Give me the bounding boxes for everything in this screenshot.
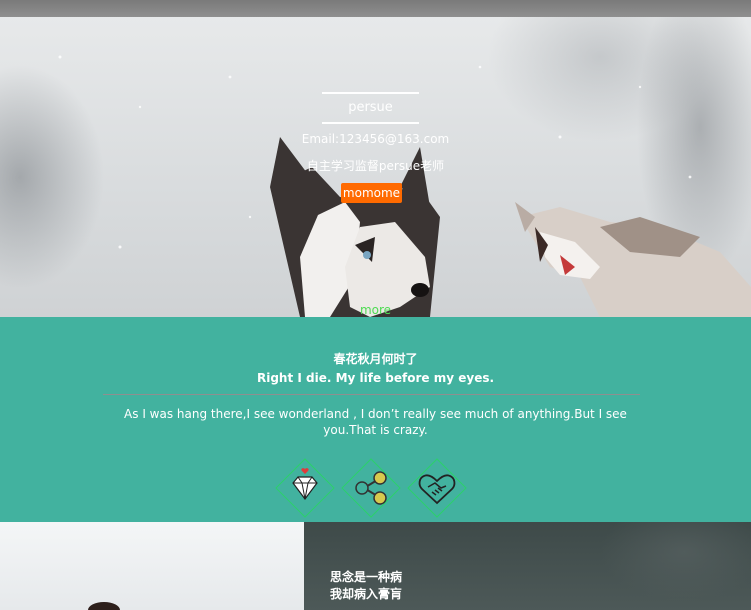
- feature-body: As I was hang there,I see wonderland , I…: [124, 407, 627, 437]
- share-icon: [355, 471, 387, 505]
- top-bar: [0, 0, 751, 17]
- quote-line-2: 我却病入膏肓: [330, 587, 403, 601]
- snow-photo: [88, 602, 120, 610]
- bottom-left-photo: [0, 522, 304, 610]
- feature-title: 春花秋月何时了: [333, 352, 418, 366]
- share-icon-tile[interactable]: [341, 458, 401, 518]
- profile-name: persue: [322, 92, 419, 124]
- divider: [103, 394, 640, 395]
- diamond-icon-tile[interactable]: [275, 458, 335, 518]
- momome-button[interactable]: momome: [341, 183, 402, 203]
- bottom-right-panel: 思念是一种病 我却病入膏肓: [304, 522, 751, 610]
- more-link[interactable]: more: [0, 303, 751, 317]
- right-husky: [515, 202, 751, 317]
- profile-email: Email:123456@163.com: [301, 132, 450, 146]
- handshake-icon-tile[interactable]: [407, 458, 467, 518]
- profile-motto: 自主学习监督persue老师: [306, 159, 445, 173]
- handshake-icon: [418, 474, 456, 505]
- feature-section: 春花秋月何时了 Right I die. My life before my e…: [0, 317, 751, 522]
- quote-line-1: 思念是一种病: [330, 570, 403, 584]
- hero-banner: persue Email:123456@163.com 自主学习监督persue…: [0, 17, 751, 317]
- feature-subtitle: Right I die. My life before my eyes.: [256, 371, 495, 385]
- diamond-icon: [292, 468, 318, 500]
